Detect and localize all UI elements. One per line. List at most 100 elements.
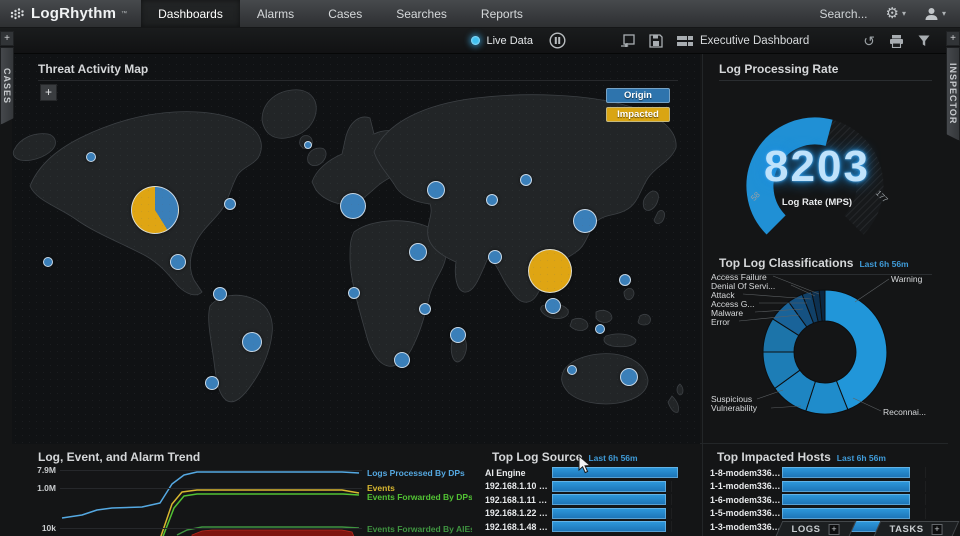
trend-line-chart (60, 464, 362, 536)
world-map (12, 54, 700, 444)
map-zoom-in-button[interactable]: + (40, 84, 57, 101)
tasks-tab-label: TASKS (890, 524, 924, 535)
log-source-title: Top Log Source (492, 450, 582, 464)
gauge-title: Log Processing Rate (719, 62, 838, 76)
logrhythm-logo[interactable]: LogRhythm ™ (0, 0, 141, 27)
map-bubble-origin[interactable] (419, 303, 431, 315)
map-bubble-origin[interactable] (619, 274, 631, 286)
map-bubble-impacted[interactable] (528, 249, 572, 293)
map-bubble-origin[interactable] (170, 254, 186, 270)
map-bubble-origin[interactable] (43, 257, 53, 267)
trend-alarm-area (192, 530, 355, 536)
bar-row: 192.168.1.48 LR S... (478, 520, 700, 534)
main-nav-tabs: Dashboards Alarms Cases Searches Reports (141, 0, 540, 27)
map-bubble-origin[interactable] (567, 365, 577, 375)
top-log-classifications-widget: Top Log Classifications Last 6h 56m Acce… (703, 250, 948, 443)
trend-legend-item: Logs Processed By DPs (367, 468, 465, 478)
map-bubble-origin[interactable] (340, 193, 366, 219)
impacted-hosts-title: Top Impacted Hosts (717, 450, 831, 464)
search-input[interactable]: Search... (819, 7, 867, 21)
bar-track (782, 481, 942, 492)
map-bubble-origin[interactable] (409, 243, 427, 261)
tab-cases[interactable]: Cases (311, 0, 379, 27)
bar[interactable] (552, 494, 666, 505)
top-nav-right: Search... ⚙ ▾ ▾ (819, 0, 960, 27)
bar[interactable] (782, 494, 910, 505)
bar[interactable] (552, 521, 666, 532)
bar[interactable] (782, 508, 910, 519)
map-bubble-origin[interactable] (304, 141, 312, 149)
gear-icon: ⚙ (886, 6, 899, 21)
legend-impacted-button[interactable]: Impacted (606, 107, 670, 122)
map-bubble-origin[interactable] (573, 209, 597, 233)
gauge-unit-label: Log Rate (MPS) (703, 197, 931, 208)
map-bubble-origin[interactable] (545, 298, 561, 314)
bar[interactable] (552, 508, 666, 519)
bottom-panel-tabs: LOGS + TASKS + (779, 521, 960, 536)
bar[interactable] (782, 467, 910, 478)
undo-icon[interactable]: ↺ (863, 34, 875, 48)
map-bubble-origin[interactable] (86, 152, 96, 162)
bar-track (552, 467, 694, 478)
add-inspector-button[interactable]: + (946, 31, 960, 46)
log-source-timerange: Last 6h 56m (588, 453, 637, 463)
tab-searches[interactable]: Searches (379, 0, 464, 27)
live-data-indicator-icon (471, 36, 480, 45)
inspector-panel-tab[interactable]: INSPECTOR (946, 47, 960, 141)
bar-row: 192.168.1.11 LR S... (478, 493, 700, 507)
trend-legend-item: Events Forwarded By AIEs (367, 524, 472, 534)
dashboard-layout-icon (677, 35, 693, 47)
map-bubble-origin[interactable] (224, 198, 236, 210)
tasks-tab-plus-icon[interactable]: + (932, 524, 943, 535)
user-menu[interactable]: ▾ (924, 7, 946, 21)
tab-dashboards[interactable]: Dashboards (141, 0, 240, 27)
threat-activity-map-widget: Threat Activity Map + Origin Impacted (12, 54, 700, 444)
logs-tab-plus-icon[interactable]: + (829, 524, 840, 535)
filter-icon[interactable] (918, 35, 930, 47)
log-processing-rate-widget: Log Processing Rate 8203 Log Rate (MPS) … (703, 54, 948, 250)
print-icon[interactable] (889, 34, 904, 48)
add-case-button[interactable]: + (0, 31, 14, 46)
bar-track (782, 508, 942, 519)
bar-track (552, 481, 694, 492)
map-bubble-mixed[interactable] (131, 186, 179, 234)
add-widget-icon[interactable] (620, 34, 635, 47)
map-bubble-origin[interactable] (213, 287, 227, 301)
bar[interactable] (552, 467, 678, 478)
tasks-panel-tab[interactable]: TASKS + (874, 521, 960, 536)
map-bubble-origin[interactable] (348, 287, 360, 299)
cases-panel-tab[interactable]: CASES (0, 47, 14, 125)
map-bubble-origin[interactable] (450, 327, 466, 343)
logs-panel-tab[interactable]: LOGS + (776, 521, 857, 536)
tab-reports[interactable]: Reports (464, 0, 540, 27)
bar-track (552, 521, 694, 532)
live-data-label: Live Data (486, 35, 532, 47)
map-bubble-origin[interactable] (427, 181, 445, 199)
map-bubble-origin[interactable] (488, 250, 502, 264)
map-bubble-origin[interactable] (620, 368, 638, 386)
map-bubble-origin[interactable] (520, 174, 532, 186)
inspector-tab-label: INSPECTOR (948, 63, 958, 124)
bar[interactable] (782, 481, 910, 492)
bar-track (552, 508, 694, 519)
bar-row-label: 192.168.1.10 LR S... (478, 481, 552, 491)
tab-alarms[interactable]: Alarms (240, 0, 311, 27)
save-dashboard-icon[interactable] (649, 34, 663, 48)
bar[interactable] (552, 481, 666, 492)
gauge-value: 8203 (703, 142, 931, 192)
legend-origin-button[interactable]: Origin (606, 88, 670, 103)
pause-button[interactable] (549, 32, 566, 49)
map-bubble-origin[interactable] (205, 376, 219, 390)
map-bubble-origin[interactable] (394, 352, 410, 368)
map-bubble-origin[interactable] (595, 324, 605, 334)
map-bubble-origin[interactable] (242, 332, 262, 352)
donut-label: Warning (891, 274, 922, 284)
dashboard-selector[interactable]: Executive Dashboard (677, 35, 809, 47)
bar-row-label: 192.168.1.11 LR S... (478, 495, 552, 505)
live-data-toggle[interactable]: Live Data (471, 35, 532, 47)
settings-menu[interactable]: ⚙ ▾ (886, 6, 906, 21)
bar-row-label: AI Engine (478, 468, 552, 478)
map-bubble-origin[interactable] (486, 194, 498, 206)
trend-y-axis-tick: 10k (20, 523, 56, 533)
trend-gridline (60, 470, 362, 471)
